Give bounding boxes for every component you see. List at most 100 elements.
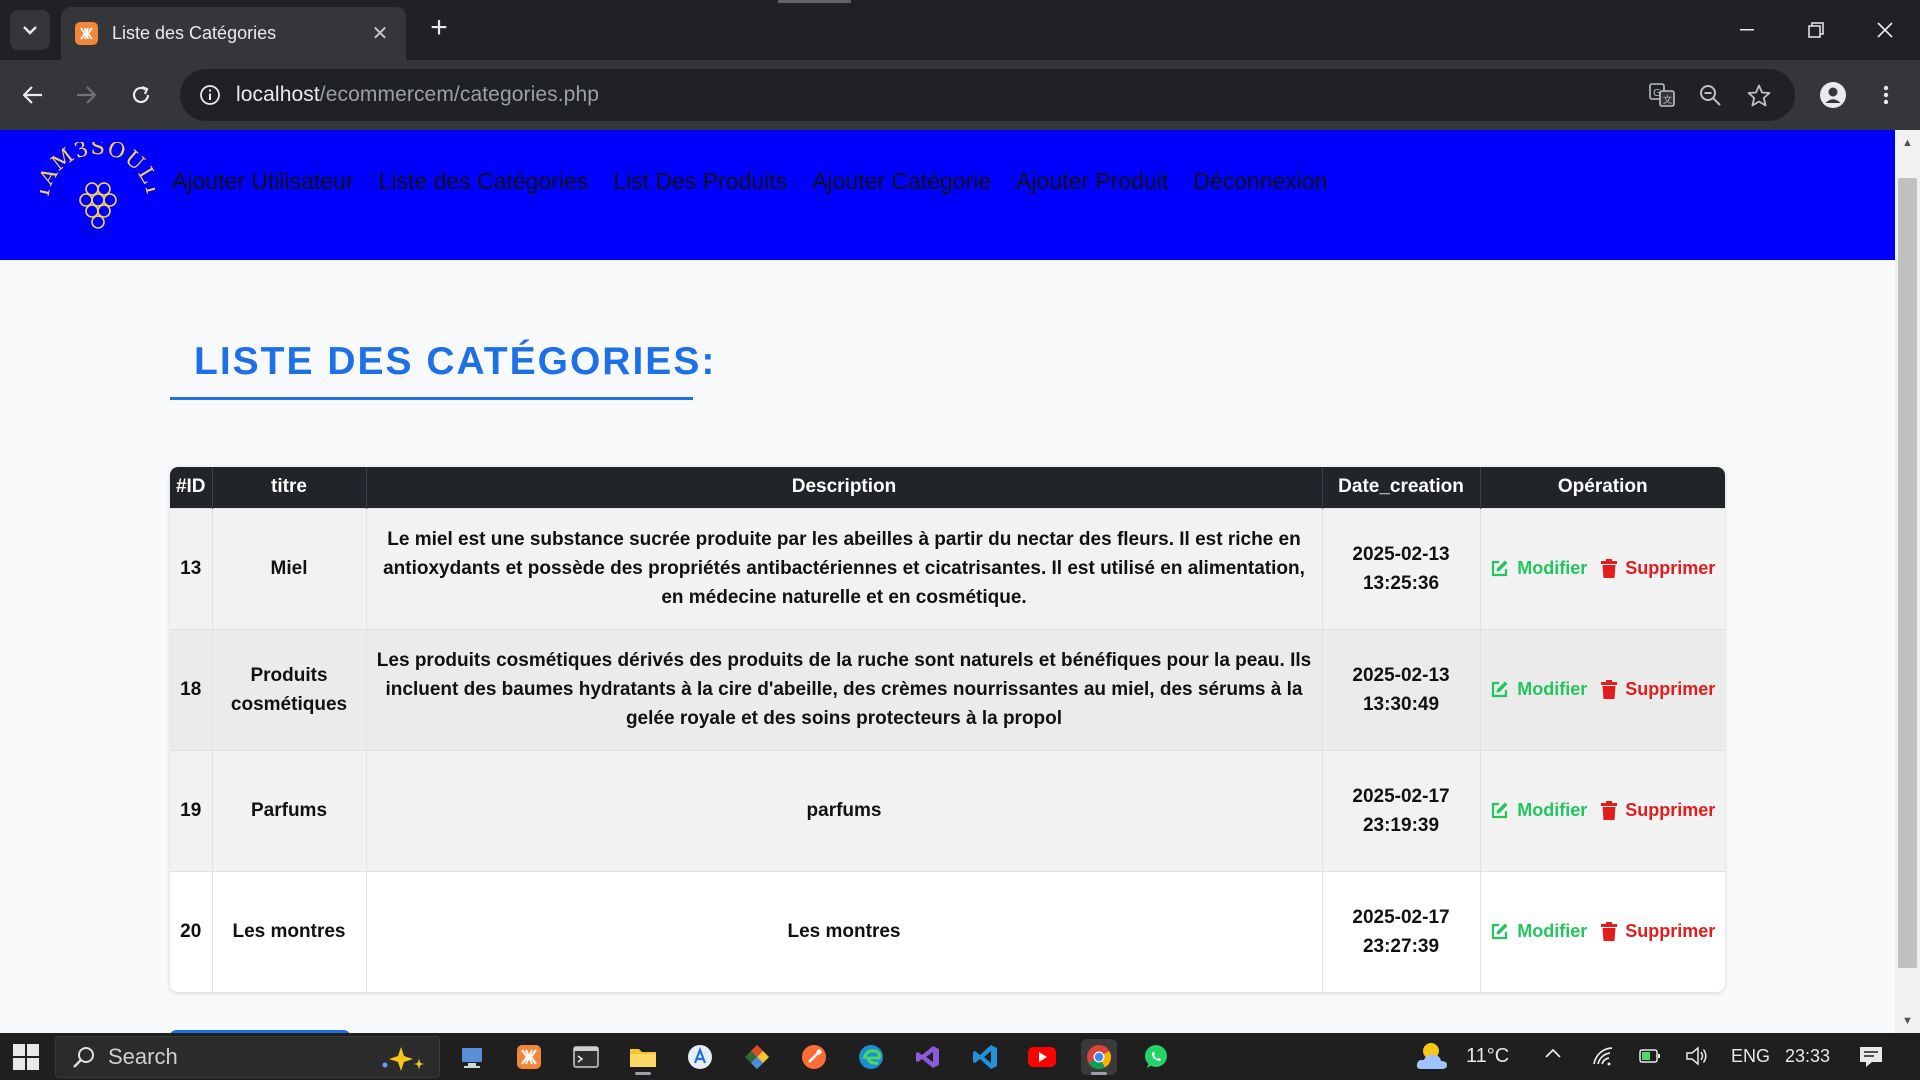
reload-button[interactable] — [121, 75, 161, 115]
edit-button[interactable]: Modifier — [1490, 675, 1587, 704]
sparkle-icon — [382, 1047, 424, 1071]
nav-add-category[interactable]: Ajouter Catégorie — [812, 168, 991, 195]
scroll-down-arrow-icon[interactable]: ▼ — [1901, 1014, 1914, 1027]
edit-button[interactable]: Modifier — [1490, 796, 1587, 825]
search-icon — [73, 1047, 94, 1068]
language-indicator[interactable]: ENG — [1731, 1046, 1770, 1067]
cell-id: 13 — [170, 507, 213, 629]
taskbar-app-file-explorer[interactable] — [625, 1039, 661, 1075]
honeycomb-icon — [79, 182, 117, 229]
taskbar-app-azure[interactable] — [682, 1039, 718, 1075]
tab-strip: Liste des Catégories ✕ + — [0, 0, 1920, 60]
edit-label: Modifier — [1517, 800, 1588, 820]
taskbar-app-chrome[interactable] — [1081, 1039, 1117, 1075]
profile-button[interactable] — [1813, 75, 1853, 115]
site-info-icon[interactable] — [184, 69, 236, 121]
windows-start-icon[interactable] — [10, 1041, 42, 1073]
nav-product-list[interactable]: List Des Produits — [613, 168, 787, 195]
table-row: 18 Produits cosmétiques Les produits cos… — [170, 628, 1725, 750]
browser-tab[interactable]: Liste des Catégories ✕ — [61, 7, 406, 60]
delete-button[interactable]: Supprimer — [1601, 917, 1715, 946]
battery-icon[interactable] — [1638, 1045, 1662, 1067]
nav-add-product[interactable]: Ajouter Produit — [1016, 168, 1168, 195]
svg-text:文: 文 — [1663, 94, 1672, 106]
time-text: 23:19:39 — [1362, 814, 1440, 836]
browser-menu-button[interactable] — [1866, 75, 1906, 115]
taskbar-app-postman[interactable] — [796, 1039, 832, 1075]
edit-icon — [1492, 681, 1508, 698]
edit-button[interactable]: Modifier — [1490, 554, 1587, 583]
edit-button[interactable]: Modifier — [1490, 917, 1587, 946]
xampp-icon — [517, 1045, 541, 1069]
edit-icon — [1492, 923, 1508, 940]
restore-button[interactable] — [1793, 10, 1839, 50]
cell-description: parfums — [366, 749, 1323, 871]
delete-button[interactable]: Supprimer — [1601, 554, 1715, 583]
terminal-icon — [573, 1046, 599, 1068]
url-host: localhost — [236, 83, 320, 106]
vscode-icon — [973, 1045, 997, 1069]
forward-button[interactable] — [66, 75, 106, 115]
taskbar-app-vscode[interactable] — [967, 1039, 1003, 1075]
close-tab-icon[interactable]: ✕ — [368, 21, 392, 46]
cell-id: 18 — [170, 628, 213, 750]
delete-label: Supprimer — [1625, 558, 1716, 578]
edit-icon — [1492, 802, 1508, 819]
minimize-button[interactable] — [1724, 10, 1770, 50]
zoom-icon[interactable] — [1690, 75, 1730, 115]
taskbar-app-whatsapp[interactable] — [1138, 1039, 1174, 1075]
trash-icon — [1601, 922, 1618, 942]
scrollbar-thumb[interactable] — [1898, 178, 1917, 968]
edge-icon — [859, 1045, 883, 1069]
chevron-up-icon[interactable] — [1544, 1047, 1562, 1059]
categories-table-card: #ID titre Description Date_creation Opér… — [170, 467, 1725, 992]
taskbar-app-terminal[interactable] — [568, 1039, 604, 1075]
app-running-indicator — [635, 1072, 651, 1075]
cell-date: 2025-02-13 13:25:36 — [1322, 507, 1481, 629]
bookmark-star-icon[interactable] — [1739, 75, 1779, 115]
address-bar[interactable]: localhost/ecommercem/categories.php G文 — [180, 69, 1795, 121]
nav-category-list[interactable]: Liste des Catégories — [379, 168, 589, 195]
nav-add-user[interactable]: Ajouter Utilisateur — [172, 168, 354, 195]
taskbar-search[interactable]: Search — [55, 1036, 440, 1078]
clock[interactable]: 23:33 — [1785, 1046, 1830, 1067]
network-app-icon — [462, 1048, 482, 1068]
edit-icon — [1492, 560, 1508, 577]
taskbar-app-youtube[interactable] — [1024, 1039, 1060, 1075]
close-window-button[interactable] — [1862, 10, 1908, 50]
forward-arrow-icon — [77, 86, 96, 104]
date-text: 2025-02-17 — [1352, 906, 1450, 928]
nav-logout[interactable]: Déconnexion — [1193, 168, 1327, 195]
taskbar-app-visual-studio[interactable] — [910, 1039, 946, 1075]
tab-search-button[interactable] — [10, 10, 50, 50]
cell-operations: Modifier Supprimer — [1480, 749, 1725, 871]
cell-operations: Modifier Supprimer — [1480, 870, 1725, 992]
back-button[interactable] — [13, 75, 53, 115]
volume-icon[interactable] — [1685, 1045, 1709, 1067]
xampp-favicon-icon — [75, 22, 98, 45]
cell-date: 2025-02-13 13:30:49 — [1322, 628, 1481, 750]
wifi-icon[interactable] — [1591, 1045, 1615, 1067]
new-tab-button[interactable]: + — [424, 13, 454, 44]
cell-description: Les produits cosmétiques dérivés des pro… — [366, 628, 1323, 750]
header-operation: Opération — [1480, 467, 1725, 508]
taskbar-app-edge[interactable] — [853, 1039, 889, 1075]
site-logo[interactable]: TAM3SOULT — [40, 142, 155, 242]
site-navbar: TAM3SOULT Ajouter Utilisateur Liste des … — [0, 130, 1895, 260]
taskbar-app-xampp[interactable] — [511, 1039, 547, 1075]
git-icon — [745, 1045, 769, 1069]
header-date-creation: Date_creation — [1322, 467, 1481, 508]
cell-description: Les montres — [366, 870, 1323, 992]
delete-button[interactable]: Supprimer — [1601, 796, 1715, 825]
edit-label: Modifier — [1517, 558, 1588, 578]
nav-links: Ajouter Utilisateur Liste des Catégories… — [172, 168, 1327, 195]
delete-button[interactable]: Supprimer — [1601, 675, 1715, 704]
notification-icon[interactable] — [1858, 1045, 1884, 1069]
edit-label: Modifier — [1517, 921, 1588, 942]
taskbar-app-git[interactable] — [739, 1039, 775, 1075]
page-scrollbar[interactable]: ▲ ▼ — [1895, 130, 1920, 1033]
scroll-up-arrow-icon[interactable]: ▲ — [1901, 136, 1914, 149]
translate-icon[interactable]: G文 — [1642, 75, 1682, 115]
taskbar-app-network[interactable] — [454, 1039, 490, 1075]
date-text: 2025-02-13 — [1352, 543, 1450, 565]
